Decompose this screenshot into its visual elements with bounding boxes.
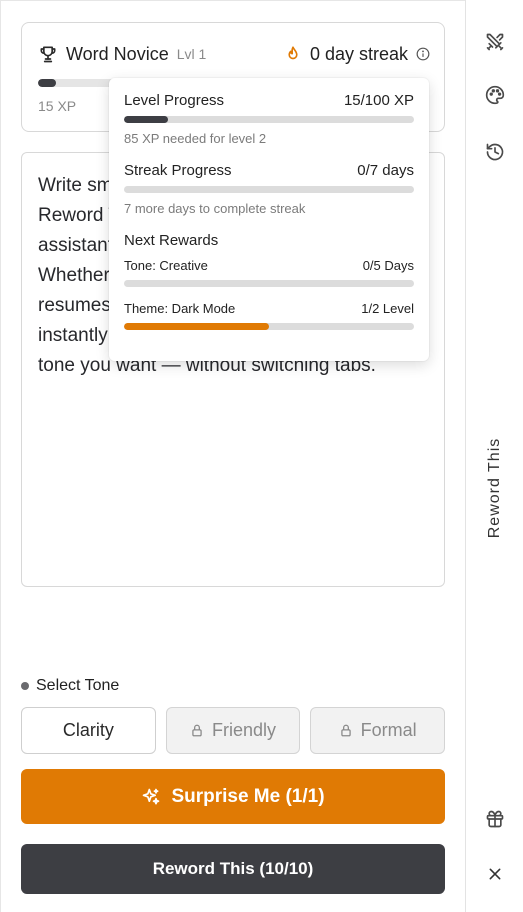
surprise-me-label: Surprise Me (1/1) <box>171 785 325 807</box>
palette-icon[interactable] <box>484 84 506 106</box>
level-header: Word Novice Lvl 1 0 day streak <box>38 42 430 66</box>
level-progress-label: Level Progress <box>124 92 225 109</box>
sidebar-title: Reword This <box>485 425 505 550</box>
tone-clarity-button[interactable]: Clarity <box>21 707 156 754</box>
streak-indicator[interactable]: 0 day streak <box>284 44 430 65</box>
tone-button-label: Clarity <box>62 720 114 740</box>
reward-item: Theme: Dark Mode 1/2 Level <box>124 301 414 330</box>
tone-button-label: Friendly <box>211 720 277 740</box>
sidebar-title-text: Reword This <box>486 437 503 538</box>
reward-value: 1/2 Level <box>361 301 414 316</box>
level-progress-fill <box>124 116 168 123</box>
level-progress-section: Level Progress 15/100 XP 85 XP needed fo… <box>124 92 414 146</box>
streak-progress-label: Streak Progress <box>124 162 232 179</box>
reward-item: Tone: Creative 0/5 Days <box>124 258 414 287</box>
level-progress-value: 15/100 XP <box>343 92 414 109</box>
streak-text: 0 day streak <box>309 43 408 64</box>
gift-icon[interactable] <box>484 808 506 830</box>
sidebar-rail: Reword This <box>465 0 523 912</box>
swords-icon[interactable] <box>484 31 506 53</box>
reward-value: 0/5 Days <box>362 258 414 273</box>
reward-label: Tone: Creative <box>124 258 208 273</box>
tone-button-label: Formal <box>360 720 417 740</box>
trophy-icon <box>40 46 56 63</box>
info-icon[interactable] <box>416 47 430 61</box>
streak-progress-section: Streak Progress 0/7 days 7 more days to … <box>124 162 414 216</box>
streak-progress-bar <box>124 186 414 193</box>
reward-progress-bar <box>124 323 414 330</box>
close-icon[interactable] <box>484 863 506 885</box>
progress-popover: Level Progress 15/100 XP 85 XP needed fo… <box>109 78 429 361</box>
select-tone-label: Select Tone <box>36 677 120 694</box>
lock-icon <box>340 724 351 737</box>
xp-value: 15 XP <box>38 98 77 114</box>
xp-progress-fill <box>38 79 56 87</box>
tone-friendly-button[interactable]: Friendly <box>165 707 301 754</box>
tone-section: Select Tone Clarity Friendly Formal <box>21 658 446 754</box>
reward-label: Theme: Dark Mode <box>124 301 236 316</box>
flame-icon <box>288 46 298 60</box>
reword-this-button[interactable]: Reword This (10/10) <box>21 844 445 894</box>
next-rewards-section: Next Rewards Tone: Creative 0/5 Days The… <box>124 232 414 330</box>
history-icon[interactable] <box>484 141 506 163</box>
level-tag: Lvl 1 <box>176 46 207 62</box>
tone-label: Select Tone <box>21 676 445 696</box>
streak-progress-value: 0/7 days <box>357 162 414 179</box>
tone-options: Clarity Friendly Formal <box>21 707 446 754</box>
lock-icon <box>192 724 202 737</box>
tone-formal-button[interactable]: Formal <box>310 707 446 754</box>
sparkles-icon <box>143 788 160 804</box>
streak-progress-note: 7 more days to complete streak <box>124 201 306 216</box>
reword-this-label: Reword This (10/10) <box>152 859 314 878</box>
reward-progress-fill <box>124 323 269 330</box>
level-progress-bar <box>124 116 414 123</box>
level-name: Word Novice <box>66 43 169 64</box>
bullet-dot <box>21 682 29 690</box>
surprise-me-button[interactable]: Surprise Me (1/1) <box>21 769 445 824</box>
level-progress-note: 85 XP needed for level 2 <box>124 131 267 146</box>
reward-progress-bar <box>124 280 414 287</box>
next-rewards-title: Next Rewards <box>124 232 219 249</box>
